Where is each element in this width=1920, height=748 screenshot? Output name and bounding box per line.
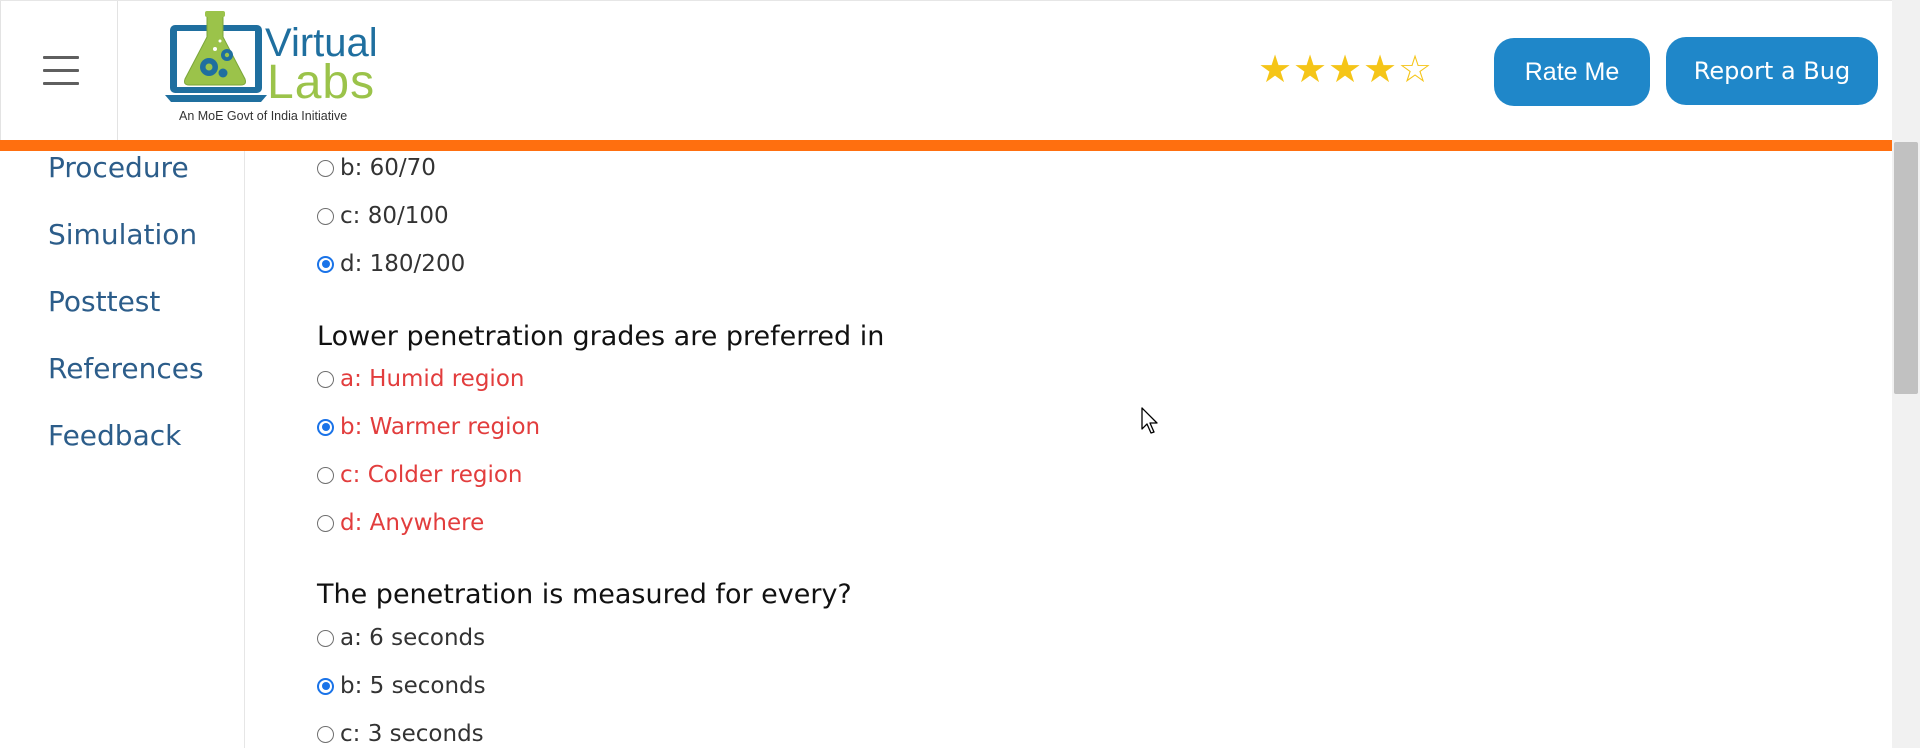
radio-button[interactable] [317,725,334,743]
radio-button[interactable] [317,514,334,532]
radio-button-selected[interactable] [317,418,334,436]
rate-me-button[interactable]: Rate Me [1494,38,1650,106]
logo-text-labs: Labs [267,56,376,109]
answer-option[interactable]: c: Colder region [317,461,522,489]
answer-option[interactable]: a: 6 seconds [317,624,485,652]
hamburger-menu-icon[interactable] [0,1,118,141]
sidebar-item-feedback[interactable]: Feedback [48,419,181,452]
option-label: b: 60/70 [340,155,436,181]
star-filled-icon[interactable]: ★ [1293,49,1327,89]
report-bug-button[interactable]: Report a Bug [1666,37,1878,105]
virtual-labs-logo[interactable]: Virtual Labs An MoE Govt of India Initia… [165,11,380,129]
answer-option[interactable]: b: 5 seconds [317,672,486,700]
quiz-content: b: 60/70 c: 80/100 d: 180/200 Lower pene… [245,151,1892,748]
radio-button[interactable] [317,629,334,647]
star-filled-icon[interactable]: ★ [1258,49,1292,89]
sidebar-nav: Procedure Simulation Posttest References… [0,151,245,748]
answer-option[interactable]: a: Humid region [317,365,524,393]
option-label: c: 80/100 [340,203,449,229]
option-label: a: 6 seconds [340,625,486,651]
option-label: b: Warmer region [340,414,541,440]
star-empty-icon[interactable]: ☆ [1398,49,1432,89]
option-label: c: Colder region [340,462,523,488]
sidebar-item-procedure[interactable]: Procedure [48,151,189,184]
sidebar-item-posttest[interactable]: Posttest [48,285,160,318]
sidebar-item-simulation[interactable]: Simulation [48,218,197,251]
radio-button[interactable] [317,370,334,388]
radio-button-selected[interactable] [317,677,334,695]
option-label: c: 3 seconds [340,721,484,747]
menu-bar-line [43,56,79,59]
radio-button[interactable] [317,207,334,225]
menu-bar-line [43,69,79,72]
answer-option[interactable]: c: 80/100 [317,202,449,230]
page-scrollbar[interactable] [1892,0,1920,748]
menu-bar-line [43,82,79,85]
scrollbar-thumb[interactable] [1894,142,1918,394]
question-text: Lower penetration grades are preferred i… [317,321,885,352]
mouse-cursor-icon [1141,407,1158,434]
option-label: d: 180/200 [340,251,466,277]
option-label: b: 5 seconds [340,673,486,699]
answer-option[interactable]: d: Anywhere [317,509,484,537]
option-label: a: Humid region [340,366,525,392]
answer-option[interactable]: d: 180/200 [317,250,465,278]
option-label: d: Anywhere [340,510,485,536]
answer-option[interactable]: c: 3 seconds [317,720,484,748]
header-accent-bar [0,140,1892,151]
answer-option[interactable]: b: 60/70 [317,154,436,182]
star-filled-icon[interactable]: ★ [1328,49,1362,89]
star-rating[interactable]: ★ ★ ★ ★ ☆ [1258,49,1432,89]
radio-button[interactable] [317,159,334,177]
logo-tagline: An MoE Govt of India Initiative [179,109,348,123]
radio-button-selected[interactable] [317,255,334,273]
question-text: The penetration is measured for every? [317,579,852,610]
answer-option[interactable]: b: Warmer region [317,413,540,441]
star-filled-icon[interactable]: ★ [1363,49,1397,89]
flask-laptop-icon [165,11,267,102]
sidebar-item-references[interactable]: References [48,352,204,385]
site-header: Virtual Labs An MoE Govt of India Initia… [0,0,1892,141]
radio-button[interactable] [317,466,334,484]
